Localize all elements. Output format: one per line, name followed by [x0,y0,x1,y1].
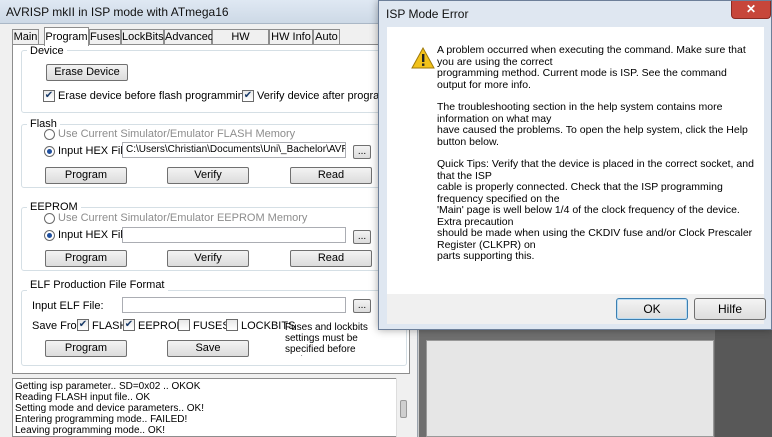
background-strip [715,320,772,437]
flash-simulator-radio[interactable] [44,129,55,140]
tab-auto[interactable]: Auto [313,29,340,45]
tab-fuses[interactable]: Fuses [89,29,121,45]
elf-save-button[interactable]: Save [167,340,249,357]
tab-program[interactable]: Program [44,27,89,46]
eeprom-hex-label: Input HEX File [58,229,129,241]
eeprom-verify-button[interactable]: Verify [167,250,249,267]
save-fuses-checkbox[interactable] [178,319,190,331]
log-scroll-thumb[interactable] [400,400,407,418]
output-log: Getting isp parameter.. SD=0x02 .. OKOK … [12,378,410,437]
message-paragraph: A problem occurred when executing the co… [437,44,746,91]
flash-hex-path-field[interactable]: C:\Users\Christian\Documents\Uni\_Bachel… [122,142,346,158]
flash-verify-button[interactable]: Verify [167,167,249,184]
save-fuses-label: FUSES [193,320,230,332]
flash-hex-label: Input HEX File [58,145,129,157]
message-paragraph: Quick Tips: Verify that the device is pl… [437,158,754,262]
help-button[interactable]: Hilfe [694,298,766,320]
elf-input-field[interactable] [122,297,346,313]
title-bar: AVRISP mkII in ISP mode with ATmega16 [0,0,418,24]
program-tab-panel: Device Erase Device ✔ Erase device befor… [12,44,412,374]
dialog-close-button[interactable]: ✕ [731,1,771,19]
eeprom-browse-button[interactable]: ... [353,230,371,244]
elf-input-label: Input ELF File: [32,300,104,312]
log-line: Reading FLASH input file.. OK [15,392,151,403]
save-eeprom-checkbox[interactable]: ✔ [123,319,135,331]
elf-note: Fuses and lockbits settings must be spec… [285,322,368,356]
eeprom-hex-radio[interactable] [44,230,55,241]
log-line: Entering programming mode.. FAILED! [15,414,188,425]
eeprom-program-button[interactable]: Program [45,250,127,267]
dialog-body: A problem occurred when executing the co… [387,27,764,294]
log-line: Getting isp parameter.. SD=0x02 .. OKOK [15,381,201,392]
window-title: AVRISP mkII in ISP mode with ATmega16 [6,5,229,19]
background-panel [426,340,714,437]
elf-group-title: ELF Production File Format [27,279,168,291]
save-lockbits-checkbox[interactable] [226,319,238,331]
tab-main[interactable]: Main [12,29,39,45]
dialog-title-bar: ISP Mode Error [379,1,771,27]
eeprom-simulator-radio[interactable] [44,213,55,224]
elf-program-button[interactable]: Program [45,340,127,357]
erase-device-button[interactable]: Erase Device [46,64,128,81]
message-paragraph: The troubleshooting section in the help … [437,101,748,148]
dialog-message: A problem occurred when executing the co… [437,44,755,274]
isp-mode-error-dialog: ISP Mode Error ✕ A problem occurred when… [378,0,772,330]
flash-hex-radio[interactable] [44,146,55,157]
eeprom-simulator-label: Use Current Simulator/Emulator EEPROM Me… [58,212,308,224]
dialog-title: ISP Mode Error [386,7,469,21]
verify-after-checkbox[interactable]: ✔ [242,90,254,102]
tab-hw-settings[interactable]: HW Settings [212,29,269,57]
device-group [21,50,407,113]
flash-simulator-label: Use Current Simulator/Emulator FLASH Mem… [58,128,296,140]
ok-button[interactable]: OK [616,298,688,320]
warning-icon [411,47,435,69]
save-flash-checkbox[interactable]: ✔ [77,319,89,331]
eeprom-hex-path-field[interactable] [122,227,346,243]
elf-browse-button[interactable]: ... [353,299,371,313]
erase-before-checkbox[interactable]: ✔ [43,90,55,102]
flash-browse-button[interactable]: ... [353,145,371,159]
dialog-footer: OK Hilfe [387,294,766,324]
log-line: Leaving programming mode.. OK! [15,425,166,436]
device-group-title: Device [27,45,67,57]
log-scrollbar[interactable] [396,378,410,437]
log-line: Setting mode and device parameters.. OK! [15,403,204,414]
flash-program-button[interactable]: Program [45,167,127,184]
erase-before-label: Erase device before flash programming [58,90,250,102]
programmer-window: AVRISP mkII in ISP mode with ATmega16 Ma… [0,0,418,437]
tab-lockbits[interactable]: LockBits [121,29,164,45]
flash-read-button[interactable]: Read [290,167,372,184]
flash-group-title: Flash [27,118,60,130]
tab-advanced[interactable]: Advanced [164,29,214,45]
eeprom-read-button[interactable]: Read [290,250,372,267]
tab-hw-info[interactable]: HW Info [269,29,313,45]
